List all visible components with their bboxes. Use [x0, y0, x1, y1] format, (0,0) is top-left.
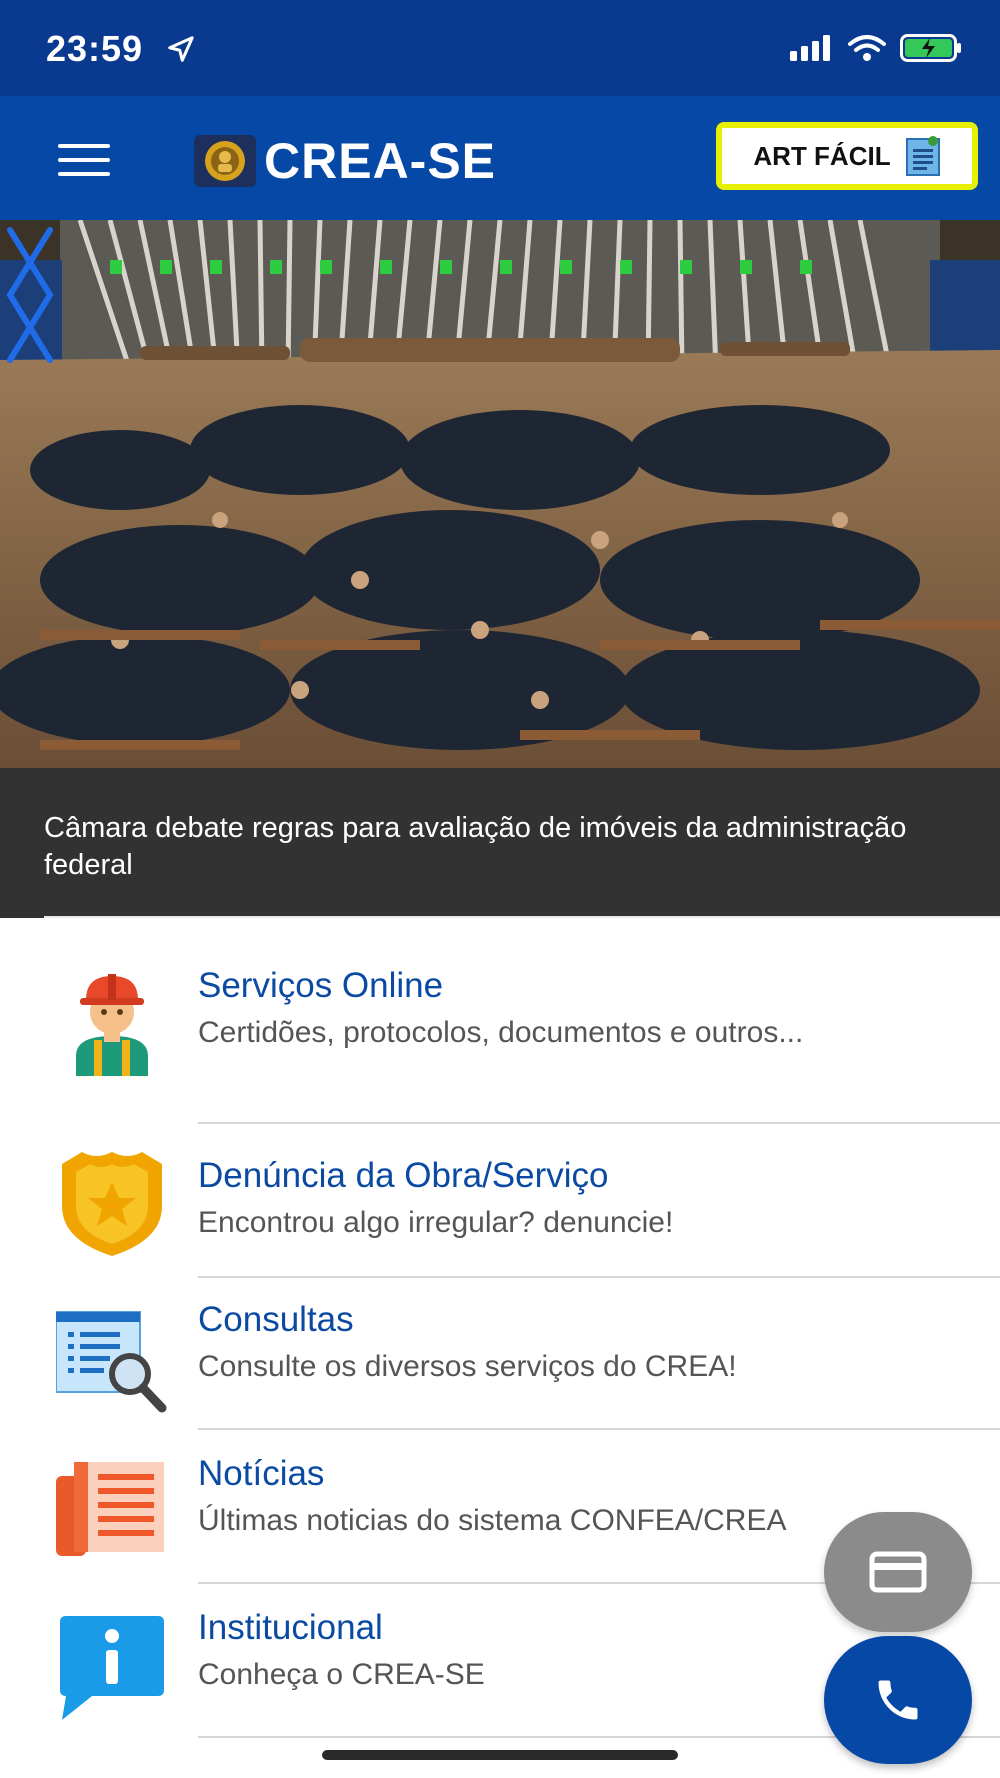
signal-icon — [790, 35, 830, 61]
caption-divider — [44, 916, 1000, 918]
wifi-icon — [848, 35, 886, 61]
art-facil-button[interactable]: ART FÁCIL — [716, 122, 978, 190]
menu-item-subtitle: Últimas noticias do sistema CONFEA/CREA — [198, 1504, 787, 1537]
battery-icon — [900, 34, 961, 62]
status-icons — [790, 34, 962, 62]
logo-text: CREA-SE — [264, 133, 497, 189]
banner-caption-text: Câmara debate regras para avaliação de i… — [44, 812, 907, 881]
menu-item-subtitle: Encontrou algo irregular? denuncie! — [198, 1206, 674, 1239]
menu-item-title: Institucional — [198, 1608, 383, 1647]
info-icon — [60, 1616, 164, 1720]
home-indicator[interactable] — [322, 1750, 678, 1760]
payment-fab-button[interactable] — [824, 1512, 972, 1632]
banner-image — [0, 220, 1000, 768]
menu-item-title: Denúncia da Obra/Serviço — [198, 1156, 609, 1195]
status-bar: 23:59 — [0, 0, 1000, 96]
news-carousel[interactable] — [0, 220, 1000, 768]
document-icon — [905, 136, 940, 176]
menu-hamburger-icon[interactable] — [58, 144, 110, 176]
art-facil-label: ART FÁCIL — [753, 140, 891, 171]
search-document-icon — [56, 1311, 167, 1413]
menu-item-title: Consultas — [198, 1300, 354, 1339]
menu-item-servicos-online[interactable]: Serviços Online Certidões, protocolos, d… — [0, 940, 1000, 1124]
menu-divider — [198, 1428, 1000, 1430]
worker-icon — [76, 974, 148, 1076]
carousel-next-arrow-icon[interactable] — [0, 220, 60, 370]
call-fab-button[interactable] — [824, 1636, 972, 1764]
menu-item-title: Serviços Online — [198, 966, 444, 1005]
banner-caption[interactable]: Câmara debate regras para avaliação de i… — [0, 768, 1000, 918]
phone-icon — [878, 1680, 918, 1720]
app-header: CREA-SE ART FÁCIL — [0, 96, 1000, 220]
badge-star-icon — [62, 1152, 162, 1256]
menu-item-title: Notícias — [198, 1454, 325, 1493]
menu-item-subtitle: Consulte os diversos serviços do CREA! — [198, 1350, 737, 1383]
menu-item-consultas[interactable]: Consultas Consulte os diversos serviços … — [0, 1278, 1000, 1430]
menu-item-subtitle: Certidões, protocolos, documentos e outr… — [198, 1016, 804, 1049]
crea-emblem-icon — [194, 135, 256, 187]
status-time: 23:59 — [46, 28, 144, 69]
menu-item-denuncia[interactable]: Denúncia da Obra/Serviço Encontrou algo … — [0, 1124, 1000, 1278]
crea-se-logo: CREA-SE — [194, 133, 497, 189]
location-arrow-icon — [168, 36, 194, 62]
credit-card-icon — [869, 1551, 927, 1593]
newspaper-icon — [56, 1462, 164, 1556]
